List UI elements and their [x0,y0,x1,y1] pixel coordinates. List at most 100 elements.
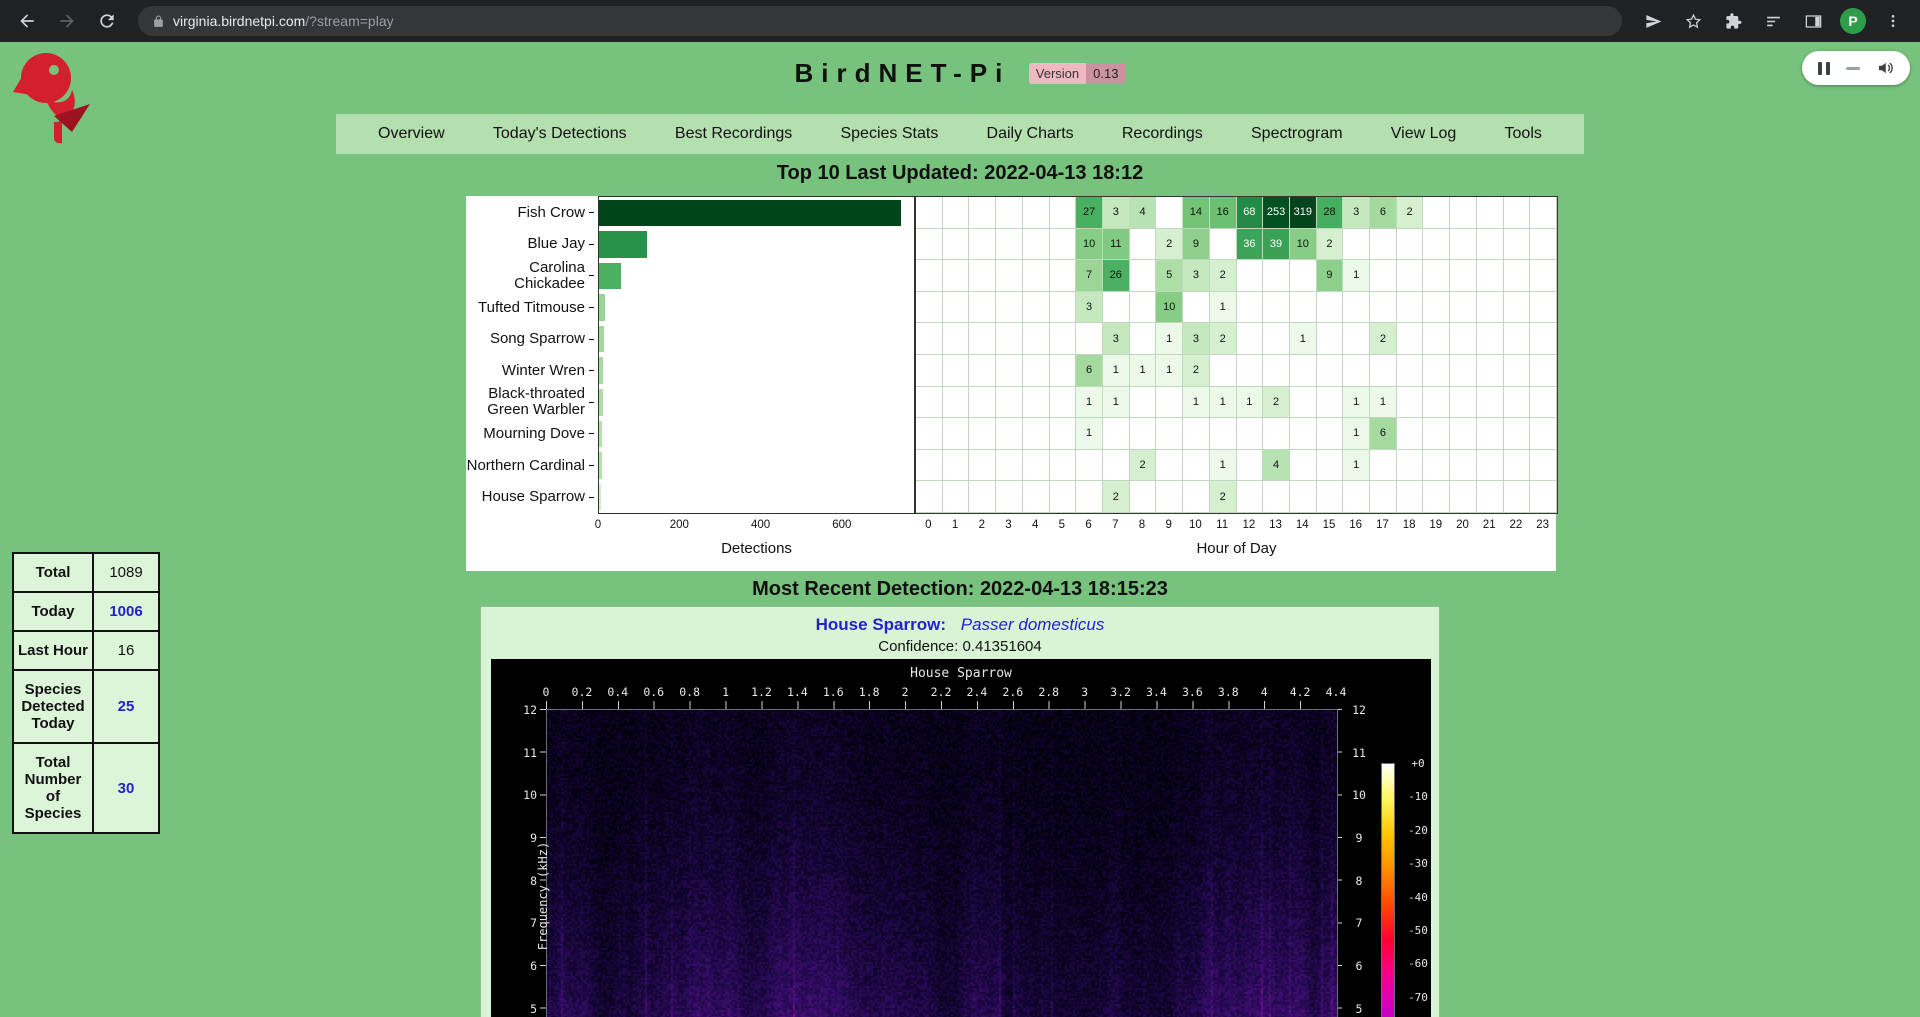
nav-item-spectrogram[interactable]: Spectrogram [1243,125,1351,143]
heatmap-cell [1263,418,1290,450]
heatmap-cell: 7 [1076,260,1103,292]
nav-item-best-recordings[interactable]: Best Recordings [667,125,800,143]
detections-bar [599,389,603,416]
spec-freq-label-left: 6 [507,959,537,973]
heatmap-cell [1343,355,1370,387]
spec-time-label: 3.4 [1146,685,1167,699]
back-icon[interactable] [10,4,44,38]
nav-item-tools[interactable]: Tools [1497,125,1550,143]
menu-kebab-icon[interactable] [1876,4,1910,38]
heatmap-cell: 9 [1183,229,1210,261]
spec-freq-label-right: 10 [1344,788,1374,802]
spec-freq-label-left: 11 [507,746,537,760]
heatmap-cell: 3 [1103,323,1130,355]
heatmap-cell [1050,481,1077,513]
heatmap-cell [1023,197,1050,229]
heatmap-cell [1530,418,1557,450]
heatmap-cell: 10 [1076,229,1103,261]
heatmap-cell: 28 [1317,197,1344,229]
hour-tick-label: 20 [1456,519,1469,531]
heatmap-cell [1504,418,1531,450]
detections-bar-chart [598,196,915,514]
heatmap-cell [1183,292,1210,324]
heatmap-cell [1237,323,1264,355]
profile-avatar[interactable]: P [1836,4,1870,38]
detections-bar [599,326,604,353]
spec-time-label: 0.2 [572,685,593,699]
heatmap-cell: 6 [1370,197,1397,229]
volume-icon[interactable] [1876,59,1894,77]
pause-icon[interactable] [1818,62,1830,75]
heatmap-cell [1263,481,1290,513]
heatmap-cell [916,450,943,482]
detections-bar [599,200,901,227]
heatmap-cell [1023,387,1050,419]
reload-icon[interactable] [90,4,124,38]
heatmap-cell: 5 [1156,260,1183,292]
seek-slider[interactable] [1846,67,1860,70]
heatmap-cell: 4 [1130,197,1157,229]
url-bar[interactable]: virginia.birdnetpi.com/?stream=play [138,6,1622,36]
heatmap-cell: 3 [1183,323,1210,355]
heatmap-cell [1504,323,1531,355]
nav-item-view-log[interactable]: View Log [1383,125,1465,143]
spec-db-label: -50 [1401,924,1435,937]
nav-item-species-stats[interactable]: Species Stats [832,125,946,143]
heatmap-cell [1504,197,1531,229]
heatmap-cell: 6 [1370,418,1397,450]
audio-player[interactable] [1802,51,1910,85]
nav-item-today-s-detections[interactable]: Today's Detections [485,125,635,143]
nav-item-overview[interactable]: Overview [370,125,453,143]
heatmap-cell [1130,481,1157,513]
heatmap-cell: 1 [1210,450,1237,482]
spec-time-label: 1 [722,685,729,699]
spec-time-label: 3.2 [1110,685,1131,699]
detection-title: House Sparrow: Passer domesticus [481,615,1439,635]
heatmap-cell [1530,387,1557,419]
heatmap-cell [916,418,943,450]
extensions-puzzle-icon[interactable] [1716,4,1750,38]
stat-value[interactable]: 30 [93,743,159,833]
hourly-heatmap: 2734141668253319283621011293639102726532… [915,196,1558,514]
heatmap-cell [1423,450,1450,482]
heatmap-cell [1050,355,1077,387]
stat-value[interactable]: 25 [93,670,159,743]
heatmap-cell: 10 [1290,229,1317,261]
send-icon[interactable] [1636,4,1670,38]
heatmap-cell [1130,418,1157,450]
heatmap-cell [1423,260,1450,292]
heatmap-cell [1076,323,1103,355]
hour-tick-label: 0 [925,519,931,531]
top10-chart: Fish CrowBlue JayCarolina ChickadeeTufte… [466,196,1556,571]
heatmap-cell: 14 [1183,197,1210,229]
heatmap-cell [916,355,943,387]
heatmap-cell: 6 [1076,355,1103,387]
nav-item-recordings[interactable]: Recordings [1114,125,1211,143]
nav-item-daily-charts[interactable]: Daily Charts [979,125,1082,143]
species-link[interactable]: House Sparrow: [816,615,946,634]
spectrogram-image: House Sparrow Frequency (kHz) 00.20.40.6… [491,659,1431,1017]
heatmap-cell [1130,292,1157,324]
heatmap-cell [1023,481,1050,513]
heatmap-cell: 3 [1076,292,1103,324]
heatmap-cell [1450,450,1477,482]
heatmap-cell [1317,355,1344,387]
heatmap-cell [1343,229,1370,261]
heatmap-cell [1370,229,1397,261]
heatmap-cell [1477,323,1504,355]
heatmap-cell [1023,229,1050,261]
bookmark-star-icon[interactable] [1676,4,1710,38]
scientific-name-link[interactable]: Passer domesticus [961,615,1105,634]
heatmap-cell [916,229,943,261]
spec-freq-label-left: 12 [507,703,537,717]
heatmap-cell [1370,260,1397,292]
hour-tick-label: 10 [1189,519,1202,531]
heatmap-cell [1423,197,1450,229]
spec-time-label: 3.6 [1182,685,1203,699]
heatmap-cell [1130,387,1157,419]
species-label: House Sparrow [466,481,598,513]
url-text: virginia.birdnetpi.com/?stream=play [173,13,394,29]
reading-list-icon[interactable] [1756,4,1790,38]
site-header: BirdNET-Pi Version 0.13 [0,58,1920,89]
side-panel-icon[interactable] [1796,4,1830,38]
